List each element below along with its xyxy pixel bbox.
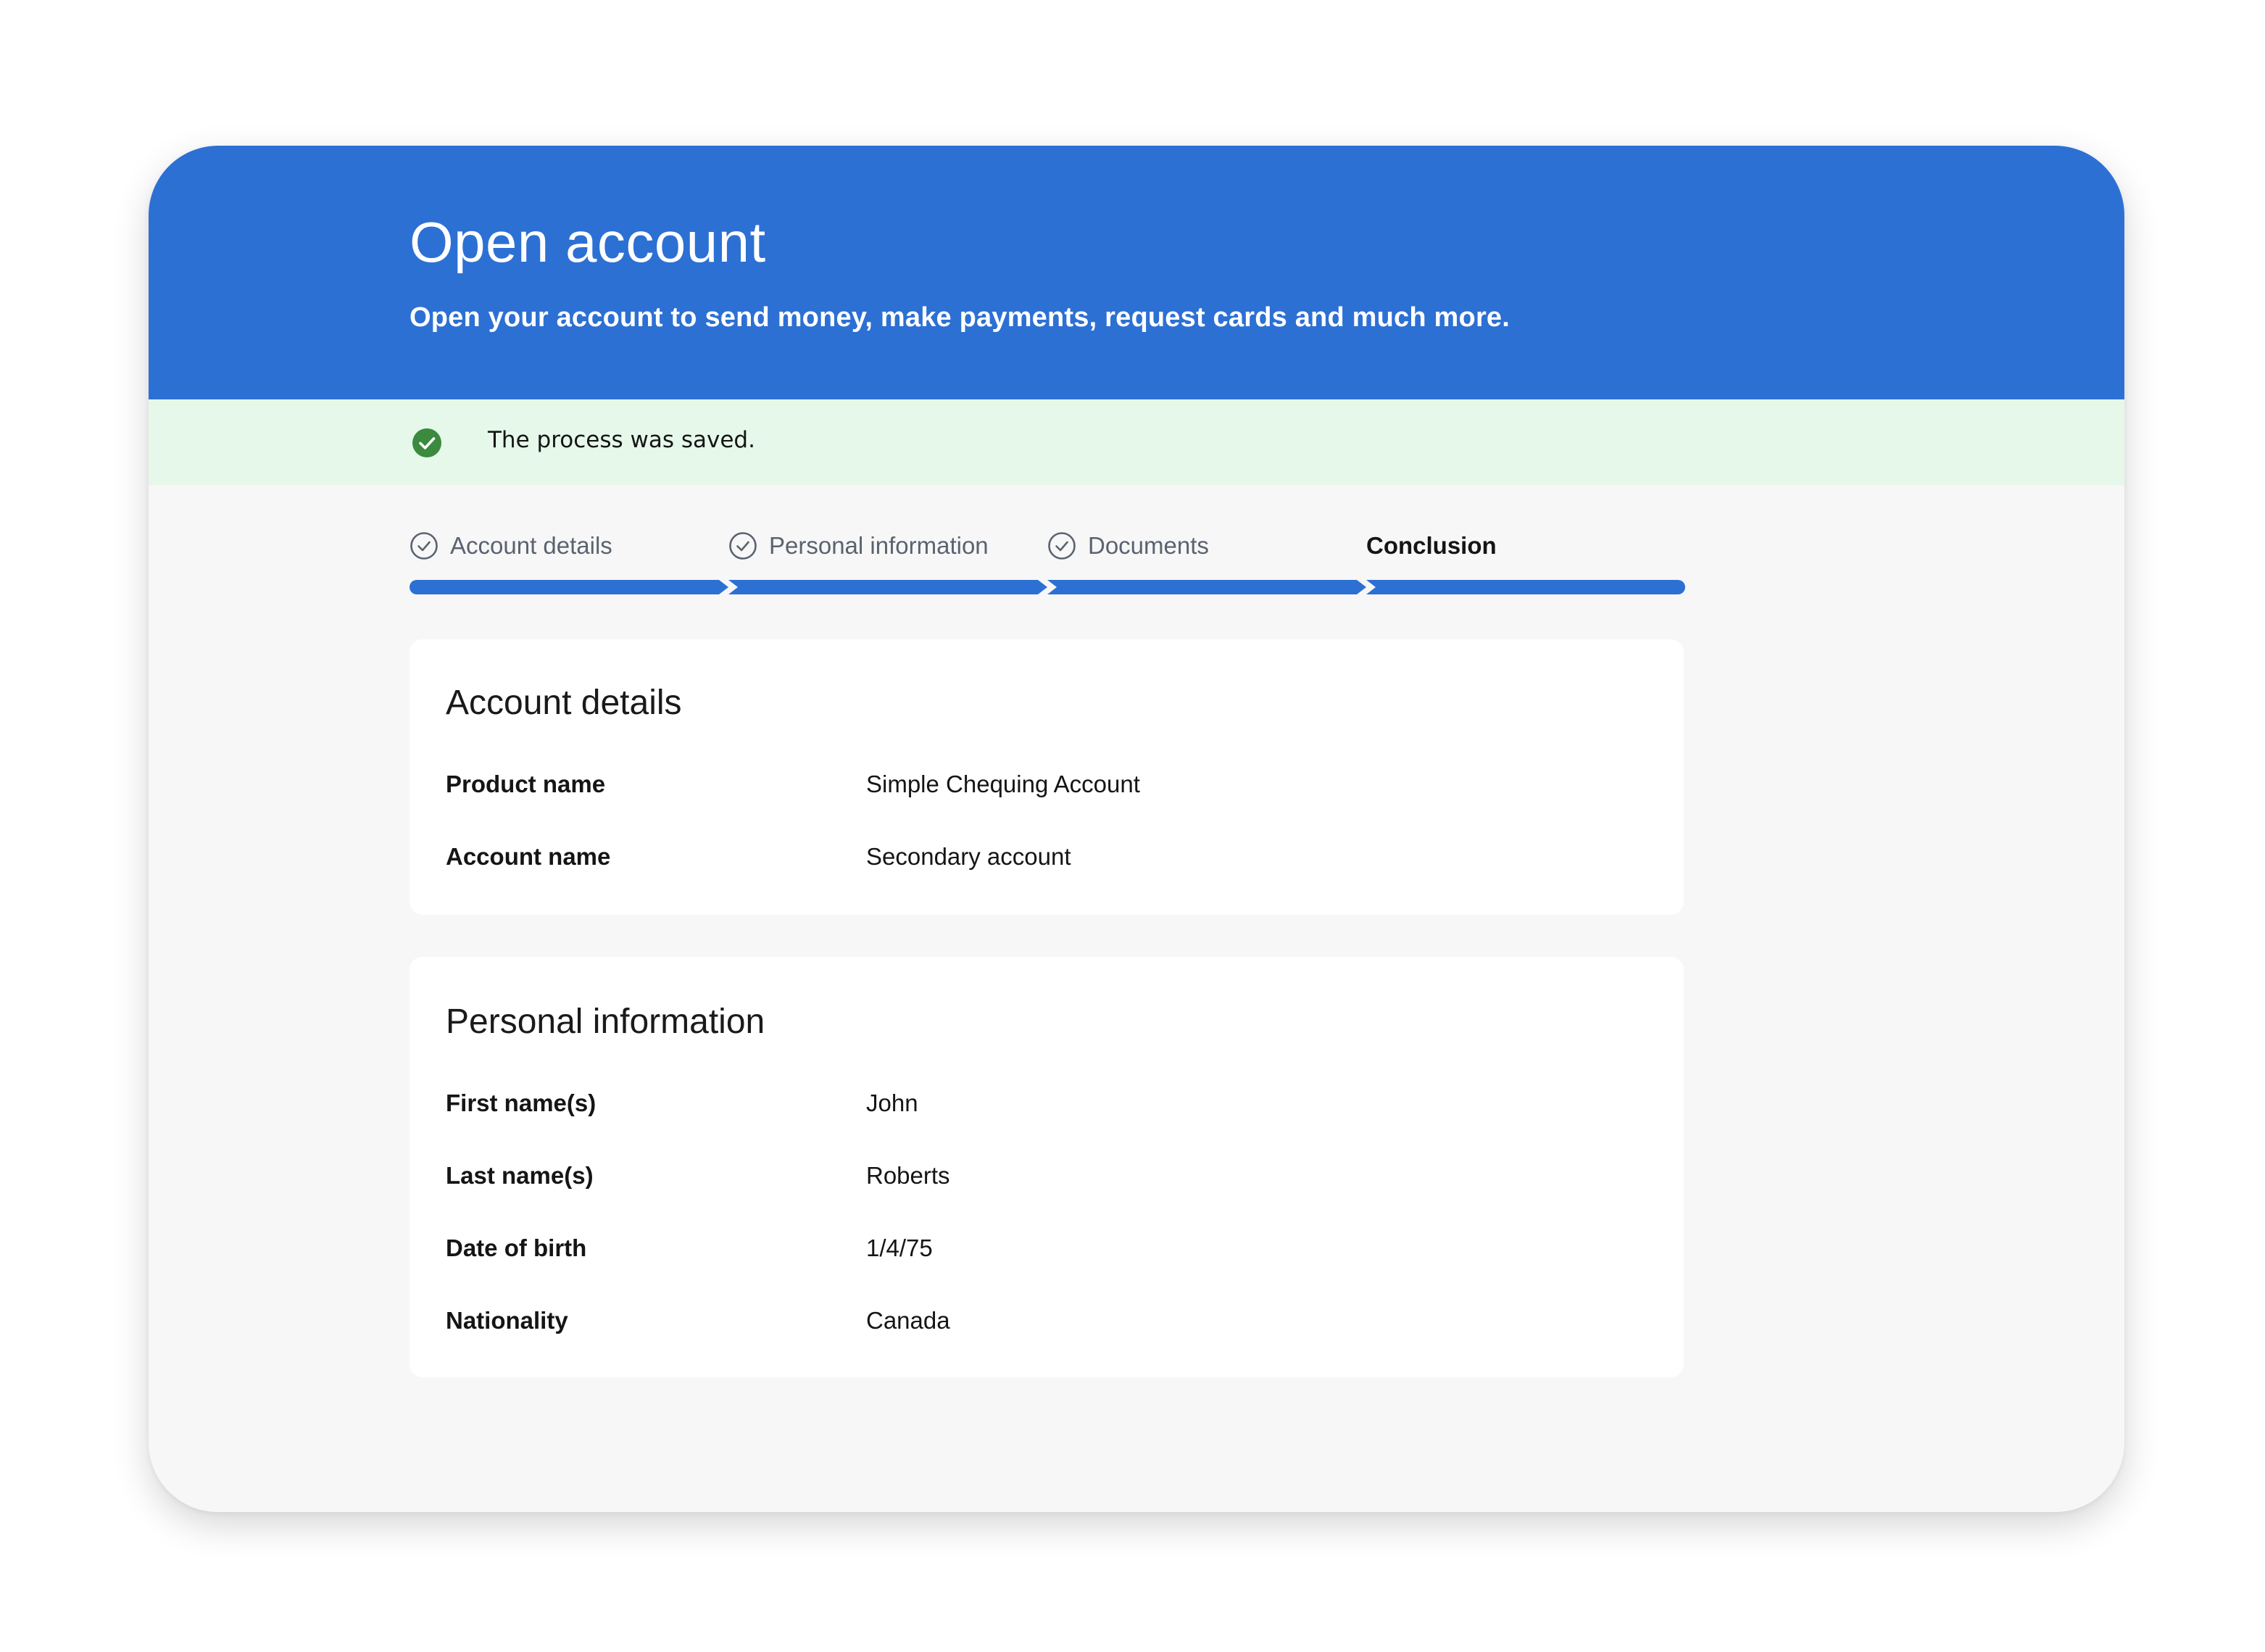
- step-label: Account details: [450, 532, 612, 559]
- card-title: Account details: [446, 684, 682, 722]
- product-name-label: Product name: [446, 771, 606, 797]
- banner-message: The process was saved.: [488, 427, 755, 453]
- step-progress-bar: [410, 580, 728, 594]
- page-subtitle: Open your account to send money, make pa…: [410, 302, 1510, 333]
- progress-stepper: Account details Personal information Doc…: [410, 528, 1685, 600]
- product-name-value: Simple Chequing Account: [866, 771, 1140, 797]
- date-of-birth-label: Date of birth: [446, 1234, 587, 1261]
- account-name-label: Account name: [446, 843, 611, 870]
- last-name-value: Roberts: [866, 1162, 950, 1189]
- step-progress-bar: [1366, 580, 1685, 594]
- first-name-value: John: [866, 1089, 918, 1116]
- step-conclusion[interactable]: Conclusion: [1366, 528, 1685, 600]
- nationality-label: Nationality: [446, 1307, 568, 1334]
- check-circle-filled-icon: [412, 428, 441, 457]
- step-label-current: Conclusion: [1366, 532, 1497, 559]
- step-personal-information[interactable]: Personal information: [728, 528, 1047, 600]
- step-label: Personal information: [769, 532, 989, 559]
- step-documents[interactable]: Documents: [1047, 528, 1366, 600]
- check-circle-outline-icon: [410, 532, 438, 560]
- check-circle-outline-icon: [1048, 532, 1076, 560]
- check-circle-outline-icon: [729, 532, 757, 560]
- app-window: Open account Open your account to send m…: [149, 146, 2124, 1512]
- last-name-label: Last name(s): [446, 1162, 594, 1189]
- step-label: Documents: [1088, 532, 1209, 559]
- page-header: Open account Open your account to send m…: [149, 146, 2124, 399]
- page-title: Open account: [410, 210, 766, 274]
- first-name-label: First name(s): [446, 1089, 597, 1116]
- success-banner: The process was saved.: [149, 399, 2124, 485]
- step-account-details[interactable]: Account details: [410, 528, 728, 600]
- nationality-value: Canada: [866, 1307, 950, 1334]
- account-details-card: Account details Product name Simple Cheq…: [410, 639, 1684, 915]
- account-name-value: Secondary account: [866, 843, 1071, 870]
- card-title: Personal information: [446, 1003, 765, 1041]
- personal-information-card: Personal information First name(s) John …: [410, 957, 1684, 1377]
- date-of-birth-value: 1/4/75: [866, 1234, 933, 1261]
- step-progress-bar: [728, 580, 1047, 594]
- step-progress-bar: [1047, 580, 1366, 594]
